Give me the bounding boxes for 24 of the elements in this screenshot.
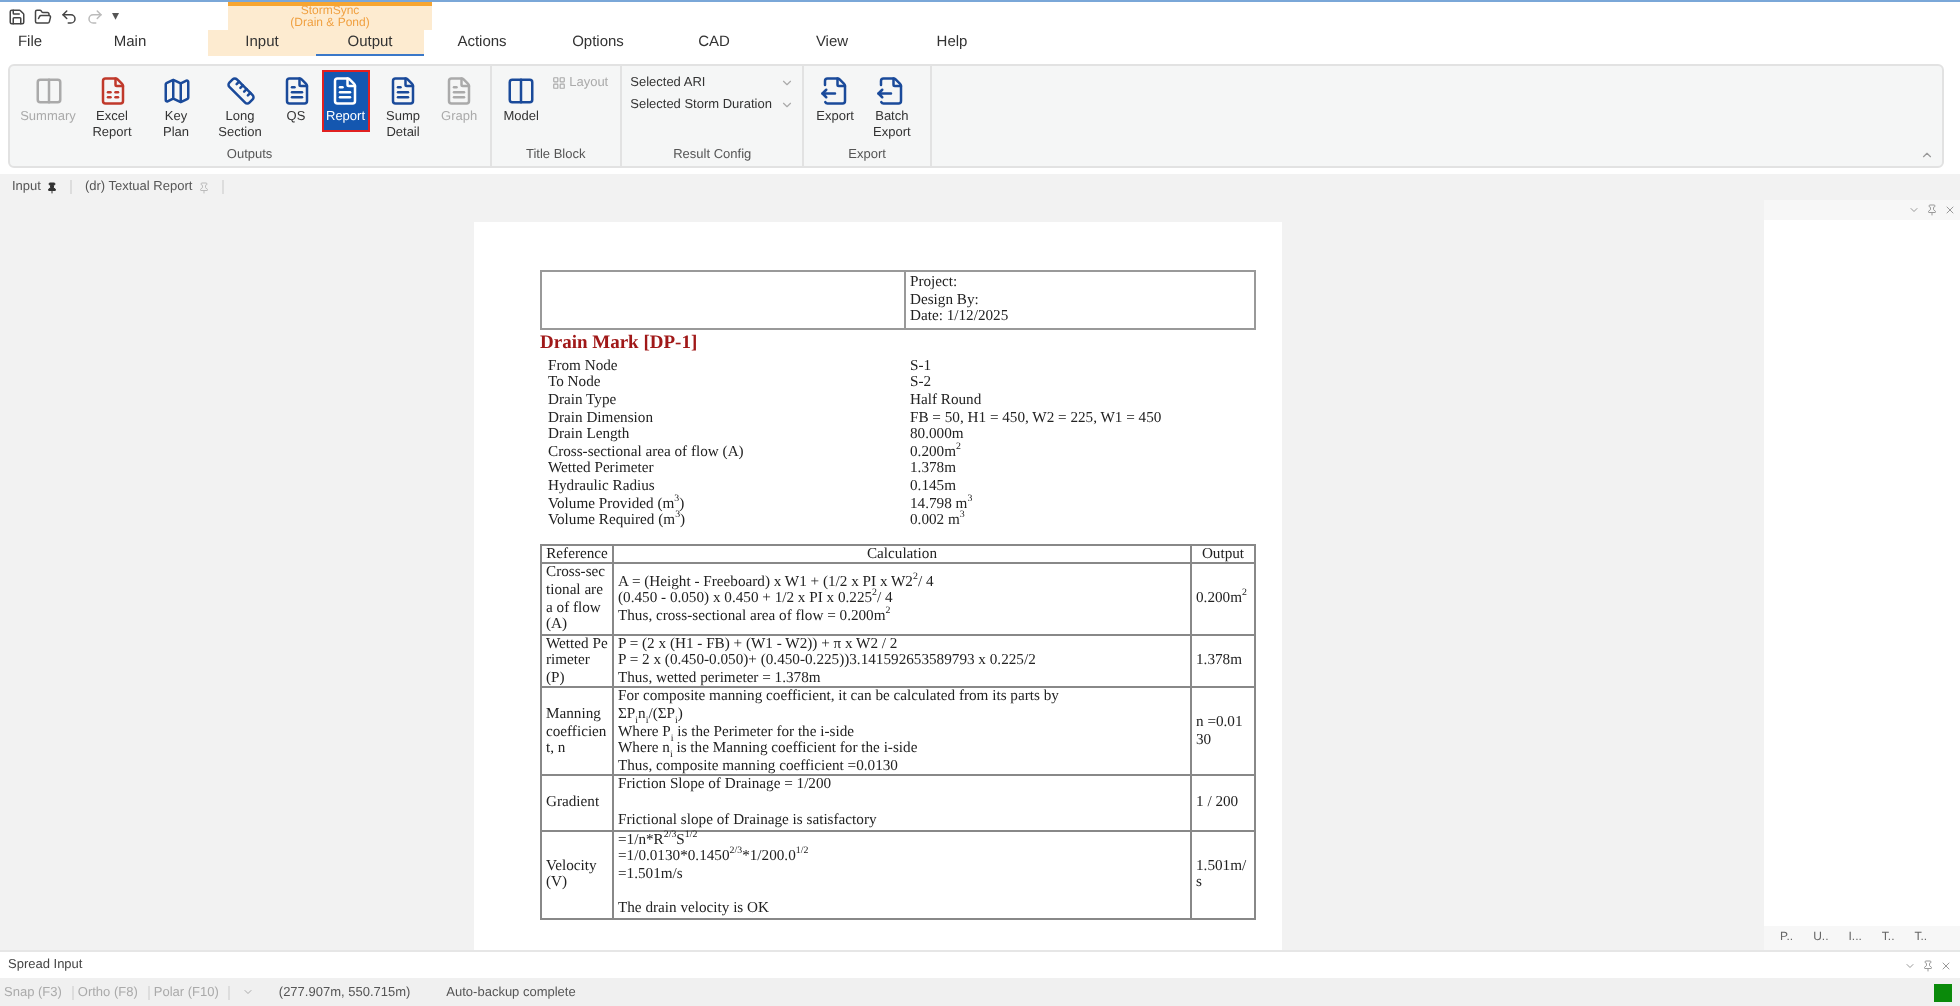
save-icon[interactable] — [8, 7, 26, 25]
report-title: Drain Mark [DP-1] — [540, 333, 700, 356]
document-icon — [281, 76, 311, 106]
collapse-icon[interactable] — [1920, 148, 1934, 162]
document-icon — [388, 76, 419, 106]
document-icon — [330, 76, 361, 106]
export-icon — [820, 76, 851, 106]
export-icon — [876, 76, 907, 106]
chevron-icon[interactable] — [1908, 204, 1920, 216]
close-icon[interactable] — [1944, 204, 1956, 216]
map-icon — [161, 76, 191, 106]
undo-icon[interactable] — [60, 7, 78, 25]
document-icon — [444, 76, 475, 106]
chevron-icon[interactable] — [242, 986, 255, 998]
spreadsheet-icon — [97, 76, 127, 106]
folder-icon[interactable] — [34, 7, 52, 25]
columns-icon — [33, 76, 63, 106]
close-icon[interactable] — [1940, 959, 1952, 971]
columns-icon — [506, 76, 537, 106]
grid-icon — [551, 75, 566, 89]
status-indicator — [1934, 983, 1952, 1001]
pin-icon[interactable] — [46, 181, 59, 193]
chevron-icon[interactable] — [1904, 959, 1916, 971]
ruler-icon — [225, 76, 255, 106]
